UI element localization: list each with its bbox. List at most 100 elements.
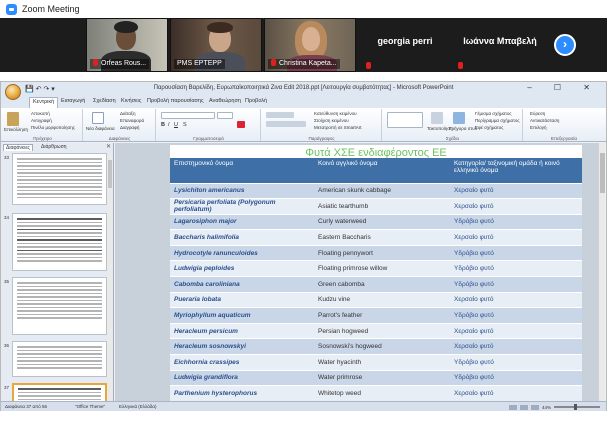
layout-button[interactable]: Διάταξη [120, 111, 135, 117]
window-controls[interactable]: – ☐ ✕ [527, 83, 600, 92]
scientific-name-cell: Lysichiton americanus [170, 182, 314, 199]
tab-home[interactable]: Κεντρική [29, 97, 59, 108]
table-row: Baccharis halimifolia Eastern Baccharis Χε… [170, 229, 582, 246]
shape-effects-button[interactable]: Εφέ σχήματος [475, 125, 503, 131]
table-row: Hydrocotyle ranunculoides Floating pennyw… [170, 244, 582, 261]
shape-outline-button[interactable]: Περίγραμμα σχήματος [475, 118, 520, 124]
powerpoint-window: 💾 ↶ ↷ ▾ Παρουσίαση Βαρελίδη, Ευρωπαϊκοπο… [0, 81, 607, 411]
participant-tile-2[interactable]: PMS EPTEPP [170, 18, 262, 72]
scientific-name-cell: Baccharis halimifolia [170, 229, 314, 246]
category-cell: Χερσαίο φυτό [450, 338, 582, 355]
scientific-name-cell: Heracleum persicum [170, 322, 314, 339]
slide-thumbnail-35[interactable] [12, 277, 107, 335]
mic-muted-icon [366, 62, 371, 69]
paragraph-group: Κατεύθυνση κειμένου Στοίχιση κειμένου Με… [262, 109, 382, 141]
shape-fill-button[interactable]: Γέμισμα σχήματος [475, 111, 512, 117]
normal-view-button[interactable] [508, 404, 517, 410]
chevron-right-icon: › [563, 37, 567, 51]
new-slide-button[interactable]: Νέα διαφάνεια [86, 126, 115, 132]
select-button[interactable]: Επιλογή [530, 125, 547, 131]
participant-tile-5[interactable]: Ιωάννα Μπαβελή [452, 18, 548, 72]
table-row: Lysichiton americanus American skunk cabb… [170, 182, 582, 199]
tab-design[interactable]: Σχεδίαση [93, 98, 116, 104]
tab-view[interactable]: Προβολή [245, 98, 267, 104]
current-slide[interactable]: Φυτά ΧΣΕ ενδιαφέροντος ΕΕ Επιστημονικό ό… [170, 145, 582, 401]
category-cell: Υδρόβιο φυτό [450, 307, 582, 324]
slide-thumbnail-34[interactable] [12, 213, 107, 271]
tab-animations[interactable]: Κινήσεις [121, 98, 141, 104]
common-name-cell: Water primrose [314, 369, 450, 386]
column-header-category: Κατηγορία/ ταξινομική ομάδα ή κοινό ελλη… [450, 158, 582, 183]
slide-thumbnail-36[interactable] [12, 341, 107, 377]
pane-scrollbar-thumb[interactable] [108, 160, 112, 188]
editing-group-label: Επεξεργασία [551, 136, 577, 141]
close-icon[interactable]: ✕ [106, 143, 111, 150]
arrange-icon [431, 112, 443, 124]
italic-button[interactable]: I [168, 122, 170, 128]
text-direction-button[interactable]: Κατεύθυνση κειμένου [314, 111, 357, 117]
editor-scrollbar-thumb[interactable] [600, 153, 605, 193]
table-row: Lagarosiphon major Curly waterweed Υδρόβιο… [170, 213, 582, 230]
bottom-margin [0, 411, 607, 422]
participant-tile-4[interactable]: georgia perri [360, 18, 450, 72]
office-button-icon[interactable] [5, 84, 21, 100]
editor-scrollbar[interactable] [598, 143, 605, 401]
tab-review[interactable]: Αναθεώρηση [209, 98, 241, 104]
strikethrough-button[interactable]: S [183, 122, 187, 128]
participant-hair [114, 21, 138, 33]
category-cell: Υδρόβιο φυτό [450, 244, 582, 261]
thumbnail-number: 33 [4, 155, 10, 160]
participant-tile-3[interactable]: Christina Kapeta... [264, 18, 356, 72]
common-name-cell: Floating primrose willow [314, 260, 450, 277]
find-button[interactable]: Εύρεση [530, 111, 545, 117]
category-cell: Υδρόβιο φυτό [450, 276, 582, 293]
scientific-name-cell: Lagarosiphon major [170, 213, 314, 230]
participant-tile-1[interactable]: Orfeas Rous... [86, 18, 168, 72]
convert-smartart-button[interactable]: Μετατροπή σε SmartArt [314, 125, 362, 131]
font-color-icon[interactable] [237, 121, 245, 128]
language-indicator[interactable]: Ελληνικά (Ελλάδα) [119, 404, 156, 409]
category-cell: Χερσαίο φυτό [450, 198, 582, 215]
scientific-name-cell: Eichhornia crassipes [170, 354, 314, 371]
slide-editor: Φυτά ΧΣΕ ενδιαφέροντος ΕΕ Επιστημονικό ό… [115, 143, 605, 401]
slide-thumbnail-37[interactable] [12, 383, 107, 401]
common-name-cell: Asiatic tearthumb [314, 198, 450, 215]
status-controls: 44% [508, 404, 600, 410]
slide-show-button[interactable] [530, 404, 539, 410]
zoom-title-bar: Zoom Meeting [0, 0, 607, 18]
reset-button[interactable]: Επαναφορά [120, 118, 144, 124]
drawing-group-label: Σχέδιο [445, 136, 460, 141]
thumbnail-number: 34 [4, 215, 10, 220]
copy-button[interactable]: Αντιγραφή [31, 118, 52, 124]
status-bar: Διαφάνεια 37 από 56 "Office Theme" Ελλην… [1, 401, 606, 411]
font-name-box[interactable] [161, 112, 215, 119]
new-slide-icon [92, 112, 104, 124]
slide-thumbnail-33[interactable] [12, 153, 107, 205]
bullets-icon[interactable] [266, 112, 294, 118]
pane-scrollbar[interactable] [107, 152, 113, 401]
bold-button[interactable]: B [161, 122, 165, 128]
tab-insert[interactable]: Εισαγωγή [61, 98, 85, 104]
format-painter-button[interactable]: Πινέλο μορφοποίησης [31, 125, 75, 131]
table-row: Pueraria lobata Kudzu vine Χερσαίο φυτό [170, 291, 582, 308]
delete-button[interactable]: Διαγραφή [120, 125, 139, 131]
slide-sorter-button[interactable] [519, 404, 528, 410]
font-size-box[interactable] [217, 112, 233, 119]
quick-styles-button[interactable]: Γρήγορα στυλ [449, 126, 477, 132]
alignment-icon[interactable] [266, 121, 306, 127]
cut-button[interactable]: Αποκοπή [31, 111, 50, 117]
replace-button[interactable]: Αντικατάσταση [530, 118, 559, 124]
align-text-button[interactable]: Στοίχιση κειμένου [314, 118, 349, 124]
underline-button[interactable]: U [174, 122, 178, 128]
participant-name: georgia perri [377, 36, 433, 46]
paragraph-group-label: Παράγραφος [308, 136, 335, 141]
next-participants-button[interactable]: › [554, 34, 576, 56]
paste-button[interactable]: Επικόλληση [4, 127, 28, 133]
category-cell: Χερσαίο φυτό [450, 182, 582, 199]
tab-slides[interactable]: Διαφάνειες [3, 144, 33, 151]
table-row: Eichhornia crassipes Water hyacinth Υδρόβι… [170, 354, 582, 371]
tab-slide-show[interactable]: Προβολή παρουσίασης [147, 98, 204, 104]
zoom-slider[interactable] [554, 404, 600, 410]
tab-outline[interactable]: Διάρθρωση [41, 144, 67, 150]
shapes-gallery[interactable] [387, 112, 423, 128]
